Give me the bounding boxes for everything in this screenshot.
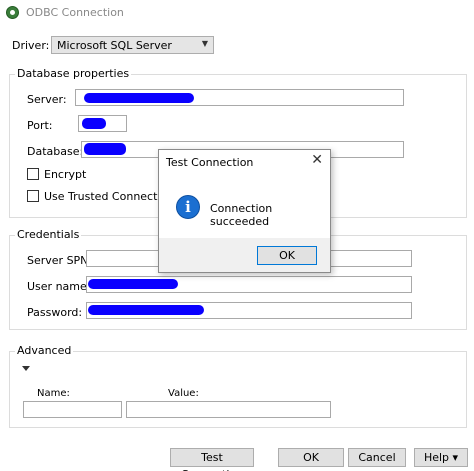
chevron-down-icon: ▼	[201, 39, 208, 48]
port-redaction	[82, 118, 106, 129]
name-label: Name:	[37, 388, 70, 399]
dialog-footer: OK	[159, 238, 330, 272]
test-connection-button[interactable]: Test Connection	[170, 448, 254, 471]
title-bar: ODBC Connection	[0, 0, 474, 26]
close-icon[interactable]: ✕	[311, 152, 323, 168]
value-label: Value:	[168, 388, 199, 399]
advanced-name-input[interactable]	[23, 401, 122, 418]
password-redaction	[88, 305, 204, 315]
test-connection-dialog: Test Connection ✕ i Connection succeeded…	[158, 149, 331, 273]
window-title: ODBC Connection	[26, 6, 124, 19]
app-icon	[6, 6, 19, 19]
dialog-title: Test Connection	[166, 156, 254, 169]
server-spn-label: Server SPN:	[27, 254, 93, 267]
username-redaction	[88, 279, 178, 289]
dialog-message: Connection succeeded	[210, 202, 273, 228]
dialog-ok-button[interactable]: OK	[257, 246, 317, 265]
advanced-value-input[interactable]	[126, 401, 331, 418]
driver-value: Microsoft SQL Server	[57, 39, 172, 52]
ok-button[interactable]: OK	[278, 448, 344, 467]
expand-triangle-icon[interactable]	[22, 366, 30, 371]
encrypt-checkbox[interactable]	[27, 168, 39, 180]
encrypt-label: Encrypt	[44, 168, 87, 181]
database-redaction	[84, 143, 126, 155]
info-icon: i	[176, 195, 200, 219]
help-button[interactable]: Help ▾	[414, 448, 468, 467]
server-label: Server:	[27, 93, 67, 106]
driver-label: Driver:	[12, 39, 50, 52]
driver-select[interactable]: Microsoft SQL Server ▼	[51, 36, 214, 54]
advanced-title: Advanced	[15, 344, 74, 357]
server-redaction	[84, 93, 194, 103]
help-label: Help	[423, 451, 450, 464]
trusted-connection-checkbox[interactable]	[27, 190, 39, 202]
credentials-title: Credentials	[15, 228, 82, 241]
database-properties-title: Database properties	[15, 67, 132, 80]
cancel-button[interactable]: Cancel	[348, 448, 406, 467]
username-label: User name:	[27, 280, 91, 293]
password-label: Password:	[27, 306, 83, 319]
help-arrow-icon: ▾	[452, 451, 459, 464]
database-label: Database:	[27, 145, 84, 158]
port-label: Port:	[27, 119, 53, 132]
trusted-connection-label: Use Trusted Connection	[44, 190, 175, 203]
